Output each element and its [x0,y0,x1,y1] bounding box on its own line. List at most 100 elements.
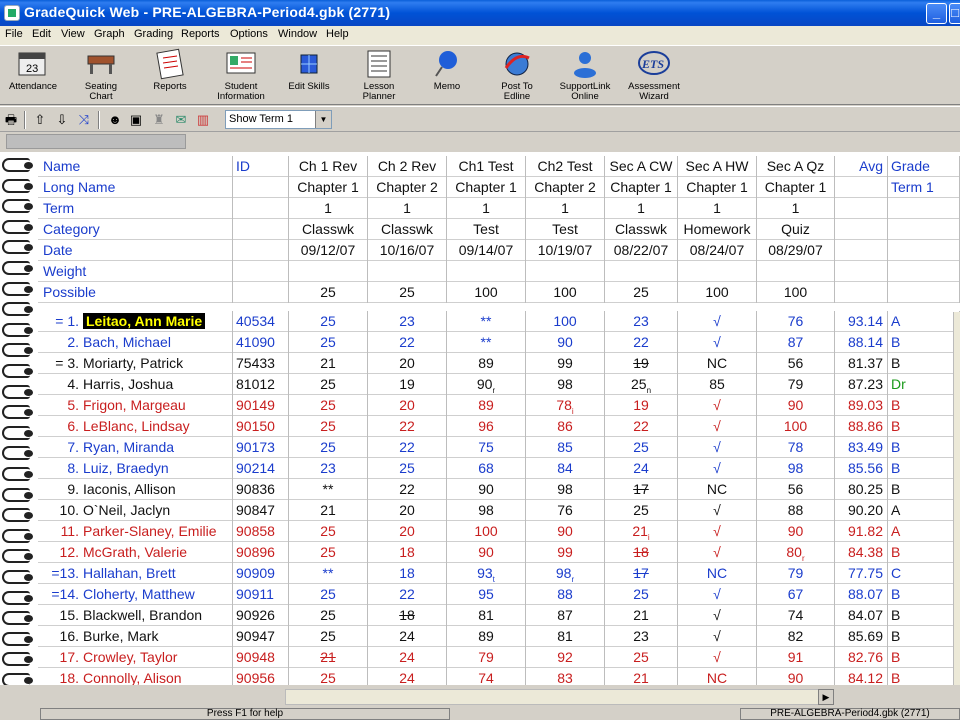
student-name[interactable]: Blackwell, Brandon [83,607,202,623]
mail-icon[interactable]: ✉ [173,112,189,128]
score-cell[interactable]: 67 [757,584,835,605]
score-cell[interactable]: 100 [447,521,526,542]
attendance-button[interactable]: 23 Attendance [4,48,62,104]
table-row[interactable]: 2. Bach, Michael 41090 25 22 ** 90 22 √ 87 88.14 B [38,332,960,353]
student-name-cell[interactable]: 2. Bach, Michael [38,332,233,353]
score-cell[interactable]: ** [289,563,368,584]
student-name-cell[interactable]: 17. Crowley, Taylor [38,647,233,668]
score-cell[interactable]: 56 [757,479,835,500]
header-cell[interactable]: 08/29/07 [757,240,835,261]
score-cell[interactable]: 89 [447,395,526,416]
score-cell[interactable]: 17 [605,563,678,584]
score-cell[interactable]: 90 [757,521,835,542]
score-cell[interactable]: 98r [526,563,605,584]
bar-chart-icon[interactable]: ▥ [195,112,211,128]
horizontal-scrollbar[interactable]: ◀ ▶ [0,685,960,707]
score-cell[interactable]: 25 [289,332,368,353]
table-row[interactable]: 11. Parker-Slaney, Emilie 90858 25 20 100 90 21… [38,521,960,542]
student-name[interactable]: Crowley, Taylor [83,649,177,665]
score-cell[interactable]: NC [678,563,757,584]
score-cell[interactable]: 79 [757,563,835,584]
menu-reports[interactable]: Reports [181,28,220,40]
score-cell[interactable]: 68 [447,458,526,479]
score-cell[interactable]: 99 [526,542,605,563]
score-cell[interactable]: 18 [368,563,447,584]
student-name-cell[interactable]: 11. Parker-Slaney, Emilie [38,521,233,542]
score-cell[interactable]: √ [678,332,757,353]
header-cell[interactable] [447,261,526,282]
header-cell[interactable]: 08/24/07 [678,240,757,261]
student-name[interactable]: Leitao, Ann Marie [83,313,206,329]
score-cell[interactable]: ** [447,311,526,332]
score-cell[interactable]: 78 [757,437,835,458]
header-cell[interactable]: Test [526,219,605,240]
score-cell[interactable]: 25 [289,437,368,458]
score-cell[interactable]: 74 [757,605,835,626]
header-cell[interactable]: Sec A HW [678,156,757,177]
table-row[interactable]: =14. Cloherty, Matthew 90911 25 22 95 88 25 √ 67 8… [38,584,960,605]
header-cell[interactable]: 09/14/07 [447,240,526,261]
table-row[interactable]: 12. McGrath, Valerie 90896 25 18 90 99 18 √ 80r 84… [38,542,960,563]
score-cell[interactable]: 19 [605,395,678,416]
header-cell[interactable]: 1 [678,198,757,219]
score-cell[interactable]: 99 [526,353,605,374]
student-name[interactable]: Hallahan, Brett [83,565,176,581]
score-cell[interactable]: 89 [447,353,526,374]
score-cell[interactable]: 98 [526,374,605,395]
score-cell[interactable]: 24 [368,626,447,647]
header-cell[interactable]: Quiz [757,219,835,240]
score-cell[interactable]: 25 [289,542,368,563]
score-cell[interactable]: 21 [289,353,368,374]
seating-chart-button[interactable]: Seating Chart [78,48,124,104]
score-cell[interactable]: 87 [526,605,605,626]
score-cell[interactable]: 21i [605,521,678,542]
menu-view[interactable]: View [61,28,85,40]
student-name[interactable]: Cloherty, Matthew [83,586,195,602]
post-to-edline-button[interactable]: Post To Edline [494,48,540,104]
score-cell[interactable]: 96 [447,416,526,437]
score-cell[interactable]: √ [678,542,757,563]
score-cell[interactable]: √ [678,416,757,437]
scroll-track[interactable] [285,689,833,705]
score-cell[interactable]: 85 [526,437,605,458]
score-cell[interactable]: 18 [368,542,447,563]
header-cell[interactable]: Classwk [368,219,447,240]
score-cell[interactable]: 20 [368,521,447,542]
table-row[interactable]: =13. Hallahan, Brett 90909 ** 18 93t 98r 17 NC 79… [38,563,960,584]
score-cell[interactable]: 86 [526,416,605,437]
header-cell[interactable]: 1 [368,198,447,219]
score-cell[interactable]: 80r [757,542,835,563]
memo-button[interactable]: Memo [426,48,468,104]
score-cell[interactable]: 25 [289,626,368,647]
score-cell[interactable]: 25 [605,584,678,605]
score-cell[interactable]: 25 [289,395,368,416]
table-row[interactable]: 10. O`Neil, Jaclyn 90847 21 20 98 76 25 √ 88 90.20… [38,500,960,521]
header-cell[interactable]: Test [447,219,526,240]
student-name-cell[interactable]: =14. Cloherty, Matthew [38,584,233,605]
minimize-button[interactable]: _ [926,3,947,24]
header-cell[interactable]: 10/16/07 [368,240,447,261]
header-cell[interactable]: Chapter 1 [447,177,526,198]
menu-help[interactable]: Help [326,28,349,40]
header-cell[interactable]: Classwk [289,219,368,240]
header-cell[interactable]: 25 [368,282,447,303]
menu-file[interactable]: File [5,28,23,40]
header-cell[interactable] [289,261,368,282]
student-name[interactable]: Bach, Michael [83,334,171,350]
score-cell[interactable]: 22 [368,479,447,500]
score-cell[interactable]: 90 [526,521,605,542]
header-cell[interactable] [368,261,447,282]
score-cell[interactable]: 98 [757,458,835,479]
score-cell[interactable]: NC [678,479,757,500]
score-cell[interactable]: 20 [368,353,447,374]
supportlink-online-button[interactable]: SupportLink Online [556,48,614,104]
vertical-scrollbar[interactable] [953,312,960,685]
score-cell[interactable]: 22 [605,332,678,353]
score-cell[interactable]: 81 [447,605,526,626]
score-cell[interactable]: 82 [757,626,835,647]
student-name[interactable]: O`Neil, Jaclyn [83,502,170,518]
header-cell[interactable]: Chapter 1 [678,177,757,198]
menu-options[interactable]: Options [230,28,268,40]
score-cell[interactable]: 22 [368,416,447,437]
student-name-cell[interactable]: = 3. Moriarty, Patrick [38,353,233,374]
